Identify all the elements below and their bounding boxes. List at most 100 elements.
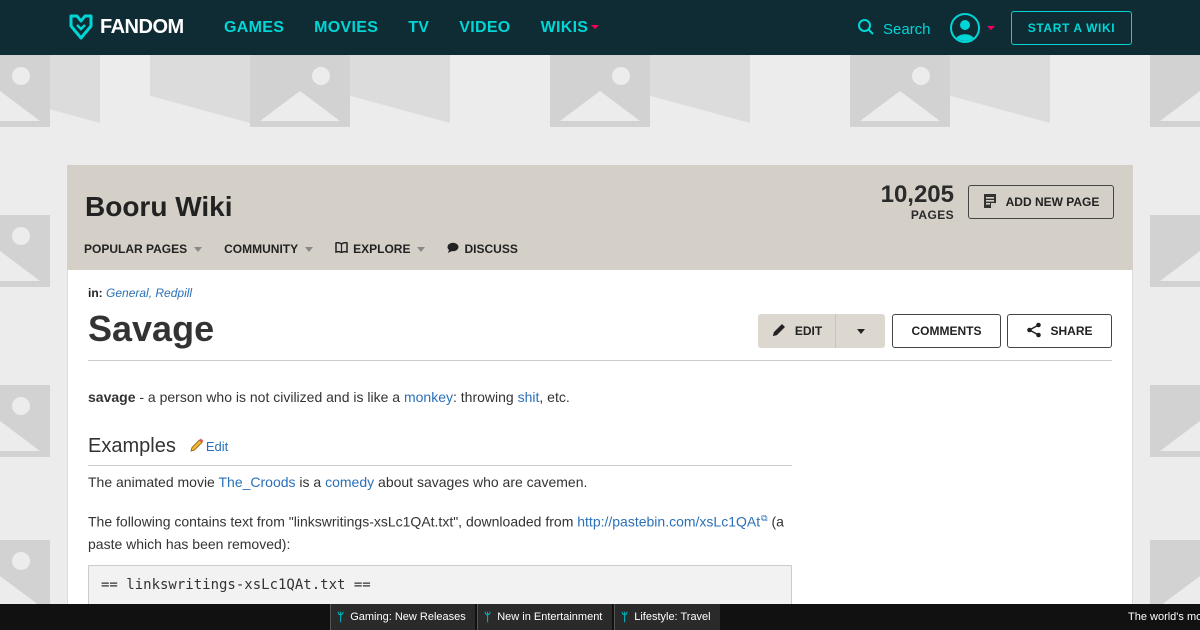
fandom-heart-icon bbox=[68, 14, 94, 40]
link-comedy[interactable]: comedy bbox=[325, 474, 374, 490]
paragraph-pastebin: The following contains text from "linksw… bbox=[88, 507, 792, 555]
logo-wordmark: FANDOM bbox=[100, 15, 184, 38]
intro-term: savage bbox=[88, 389, 136, 405]
new-page-icon bbox=[983, 193, 997, 212]
article-intro: savage - a person who is not civilized a… bbox=[88, 386, 792, 408]
bottom-promo-text[interactable]: The world's mo bbox=[1128, 604, 1200, 630]
fandom-tick-icon: ᛘ bbox=[484, 610, 492, 624]
speech-bubble-icon bbox=[447, 242, 459, 256]
nav-link-wikis[interactable]: WIKIS bbox=[541, 19, 589, 36]
wiki-nav-discuss[interactable]: DISCUSS bbox=[447, 242, 518, 256]
caret-down-icon bbox=[417, 246, 426, 252]
caret-down-icon bbox=[987, 26, 995, 30]
link-pastebin[interactable]: http://pastebin.com/xsLc1QAt bbox=[577, 514, 760, 530]
wiki-nav-explore[interactable]: EXPLORE bbox=[335, 241, 426, 256]
share-icon bbox=[1026, 322, 1042, 341]
page-count: 10,205 PAGES bbox=[879, 181, 954, 222]
section-title: Examples bbox=[88, 435, 176, 457]
intro-text: - a person who is not civilized and is l… bbox=[135, 389, 404, 405]
global-nav-links: GAMES MOVIES TV VIDEO WIKIS bbox=[224, 0, 600, 55]
start-wiki-button[interactable]: START A WIKI bbox=[1011, 11, 1132, 45]
link-monkey[interactable]: monkey bbox=[404, 389, 453, 405]
ticker-label: Gaming: New Releases bbox=[350, 611, 466, 623]
wiki-nav-label: DISCUSS bbox=[464, 242, 518, 256]
fandom-tick-icon: ᛘ bbox=[337, 610, 345, 624]
nav-link-wikis-wrapper[interactable]: WIKIS bbox=[541, 19, 600, 37]
image-placeholder-icon bbox=[250, 55, 350, 127]
link-shit[interactable]: shit bbox=[518, 389, 540, 405]
categories-label: in: bbox=[88, 286, 103, 300]
page-title: Savage bbox=[88, 308, 215, 349]
bg-tile-shadow bbox=[950, 55, 1050, 123]
link-the-croods[interactable]: The_Croods bbox=[218, 474, 295, 490]
edit-button[interactable]: EDIT bbox=[758, 314, 836, 348]
paragraph-text: The animated movie bbox=[88, 474, 219, 490]
section-edit-label: Edit bbox=[205, 439, 229, 454]
search-button[interactable]: Search bbox=[857, 18, 931, 40]
caret-down-icon bbox=[856, 328, 865, 334]
title-divider bbox=[88, 360, 1112, 361]
nav-link-tv[interactable]: TV bbox=[408, 19, 429, 37]
user-menu[interactable] bbox=[950, 13, 995, 43]
share-button[interactable]: SHARE bbox=[1007, 314, 1112, 348]
intro-text: : throwing bbox=[452, 389, 518, 405]
book-icon bbox=[335, 241, 348, 256]
add-new-page-label: ADD NEW PAGE bbox=[1005, 195, 1100, 209]
image-placeholder-icon bbox=[0, 540, 50, 612]
image-placeholder-icon bbox=[1150, 385, 1200, 457]
image-placeholder-icon bbox=[1150, 540, 1200, 612]
section-edit-link[interactable]: Edit bbox=[190, 438, 228, 455]
wiki-nav-community[interactable]: COMMUNITY bbox=[224, 242, 314, 256]
bg-tile-shadow bbox=[350, 55, 450, 123]
share-label: SHARE bbox=[1050, 324, 1093, 338]
wiki-nav-label: EXPLORE bbox=[353, 242, 411, 256]
image-placeholder-icon bbox=[0, 385, 50, 457]
comments-button[interactable]: COMMENTS bbox=[892, 314, 1001, 348]
fandom-tick-icon: ᛘ bbox=[621, 610, 629, 624]
image-placeholder-icon bbox=[1150, 55, 1200, 127]
caret-down-icon bbox=[591, 25, 600, 30]
bottom-ticker-bar: ᛘ Gaming: New Releases ᛘ New in Entertai… bbox=[0, 604, 1200, 630]
paragraph-text: is a bbox=[295, 474, 326, 490]
ticker-label: New in Entertainment bbox=[497, 611, 603, 623]
avatar-icon bbox=[950, 13, 980, 43]
global-navigation: FANDOM GAMES MOVIES TV VIDEO WIKIS Searc… bbox=[0, 0, 1200, 55]
ticker-label: Lifestyle: Travel bbox=[634, 611, 711, 623]
paragraph-text: The following contains text from "linksw… bbox=[88, 513, 578, 530]
edit-dropdown-button[interactable] bbox=[836, 314, 885, 348]
wiki-nav-label: POPULAR PAGES bbox=[84, 242, 188, 256]
add-new-page-button[interactable]: ADD NEW PAGE bbox=[968, 185, 1114, 219]
edit-button-group: EDIT bbox=[758, 314, 885, 348]
bg-tile-shadow bbox=[150, 55, 250, 123]
wiki-header: Booru Wiki 10,205 PAGES ADD NEW PAGE POP… bbox=[67, 165, 1133, 270]
ticker-lifestyle[interactable]: ᛘ Lifestyle: Travel bbox=[614, 604, 720, 630]
bg-tile-shadow bbox=[650, 55, 750, 123]
pencil-icon bbox=[771, 322, 787, 341]
nav-link-movies[interactable]: MOVIES bbox=[314, 19, 378, 37]
edit-label: EDIT bbox=[794, 324, 823, 338]
category-link-redpill[interactable]: Redpill bbox=[155, 286, 192, 300]
wiki-navigation: POPULAR PAGES COMMUNITY EXPLORE DISCUSS bbox=[84, 241, 518, 256]
caret-down-icon bbox=[194, 246, 203, 252]
page-count-label: PAGES bbox=[910, 208, 954, 222]
wiki-nav-popular-pages[interactable]: POPULAR PAGES bbox=[84, 242, 203, 256]
wiki-nav-label: COMMUNITY bbox=[224, 242, 299, 256]
intro-text: , etc. bbox=[539, 389, 570, 405]
nav-link-video[interactable]: VIDEO bbox=[459, 19, 510, 37]
image-placeholder-icon bbox=[1150, 215, 1200, 287]
nav-link-games[interactable]: GAMES bbox=[224, 19, 284, 37]
page-count-number: 10,205 bbox=[880, 181, 954, 208]
page-content: in: General, Redpill Savage EDIT COMMENT… bbox=[67, 270, 1133, 630]
ticker-entertainment[interactable]: ᛘ New in Entertainment bbox=[477, 604, 612, 630]
fandom-logo[interactable]: FANDOM bbox=[68, 14, 184, 40]
image-placeholder-icon bbox=[550, 55, 650, 127]
pencil-icon bbox=[190, 438, 204, 455]
paragraph-text: about savages who are cavemen. bbox=[374, 474, 588, 490]
caret-down-icon bbox=[305, 246, 314, 252]
category-link-general[interactable]: General bbox=[106, 286, 149, 300]
ticker-gaming[interactable]: ᛘ Gaming: New Releases bbox=[330, 604, 475, 630]
search-icon bbox=[857, 18, 875, 40]
wiki-title[interactable]: Booru Wiki bbox=[85, 191, 233, 223]
paragraph-croods: The animated movie The_Croods is a comed… bbox=[88, 471, 792, 493]
image-placeholder-icon bbox=[850, 55, 950, 127]
